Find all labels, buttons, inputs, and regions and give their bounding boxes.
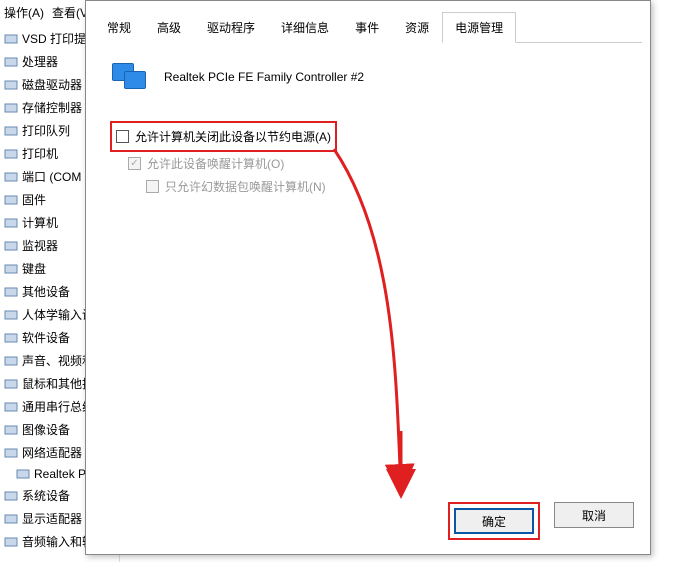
device-category-icon	[4, 124, 18, 138]
label-allow-off: 允许计算机关闭此设备以节约电源(A)	[135, 128, 331, 145]
tab-driver[interactable]: 驱动程序	[194, 12, 268, 43]
tree-item-label: 键盘	[22, 260, 46, 277]
device-category-icon	[4, 308, 18, 322]
ok-button[interactable]: 确定	[454, 508, 534, 534]
tree-item-label: 磁盘驱动器	[22, 76, 82, 93]
row-magic-only: 只允许幻数据包唤醒计算机(N)	[110, 175, 626, 198]
tree-item-label: 打印队列	[22, 122, 70, 139]
menu-view[interactable]: 查看(V	[52, 4, 88, 21]
device-category-icon	[4, 193, 18, 207]
cancel-button[interactable]: 取消	[554, 502, 634, 528]
device-category-icon	[4, 400, 18, 414]
label-magic-only: 只允许幻数据包唤醒计算机(N)	[165, 178, 326, 195]
menu-op[interactable]: 操作(A)	[4, 4, 44, 21]
device-category-icon	[4, 170, 18, 184]
device-header: Realtek PCIe FE Family Controller #2	[110, 61, 626, 93]
dialog-buttons: 确定 取消	[448, 502, 634, 540]
tree-item-label: 计算机	[22, 214, 58, 231]
device-category-icon	[4, 446, 18, 460]
label-allow-wake: 允许此设备唤醒计算机(O)	[147, 155, 284, 172]
device-category-icon	[4, 535, 18, 549]
device-category-icon	[4, 78, 18, 92]
network-adapter-icon	[110, 61, 150, 93]
tab-events[interactable]: 事件	[342, 12, 392, 43]
device-category-icon	[4, 101, 18, 115]
device-category-icon	[4, 489, 18, 503]
checkbox-magic-only	[146, 180, 159, 193]
device-category-icon	[4, 285, 18, 299]
row-allow-wake: 允许此设备唤醒计算机(O)	[110, 152, 626, 175]
tab-resources[interactable]: 资源	[392, 12, 442, 43]
device-category-icon	[4, 55, 18, 69]
tree-item-label: 图像设备	[22, 421, 70, 438]
tree-item-label: 监视器	[22, 237, 58, 254]
tree-item-label: 存储控制器	[22, 99, 82, 116]
tree-item-label: 显示适配器	[22, 510, 82, 527]
device-category-icon	[4, 331, 18, 345]
tab-strip: 常规 高级 驱动程序 详细信息 事件 资源 电源管理	[94, 11, 642, 43]
device-category-icon	[4, 354, 18, 368]
tree-item-label: 固件	[22, 191, 46, 208]
device-category-icon	[4, 32, 18, 46]
tree-item-label: 其他设备	[22, 283, 70, 300]
device-category-icon	[4, 377, 18, 391]
tree-item-label: 网络适配器	[22, 444, 82, 461]
device-category-icon	[4, 216, 18, 230]
properties-dialog: 常规 高级 驱动程序 详细信息 事件 资源 电源管理 Realtek PCIe …	[85, 0, 651, 555]
power-management-pane: Realtek PCIe FE Family Controller #2 允许计…	[86, 43, 650, 483]
highlight-ok: 确定	[448, 502, 540, 540]
device-category-icon	[16, 467, 30, 481]
tab-power-management[interactable]: 电源管理	[442, 12, 516, 43]
tab-details[interactable]: 详细信息	[268, 12, 342, 43]
device-category-icon	[4, 423, 18, 437]
device-title: Realtek PCIe FE Family Controller #2	[164, 70, 364, 84]
checkbox-allow-off[interactable]	[116, 130, 129, 143]
device-category-icon	[4, 239, 18, 253]
device-category-icon	[4, 512, 18, 526]
device-category-icon	[4, 147, 18, 161]
tree-item-label: 打印机	[22, 145, 58, 162]
checkbox-allow-wake	[128, 157, 141, 170]
device-category-icon	[4, 262, 18, 276]
tree-item-label: 系统设备	[22, 487, 70, 504]
row-allow-off[interactable]: 允许计算机关闭此设备以节约电源(A)	[116, 125, 331, 148]
highlight-allow-off: 允许计算机关闭此设备以节约电源(A)	[110, 121, 337, 152]
tab-general[interactable]: 常规	[94, 12, 144, 43]
tree-item-label: 处理器	[22, 53, 58, 70]
tab-advanced[interactable]: 高级	[144, 12, 194, 43]
tree-item-label: 软件设备	[22, 329, 70, 346]
